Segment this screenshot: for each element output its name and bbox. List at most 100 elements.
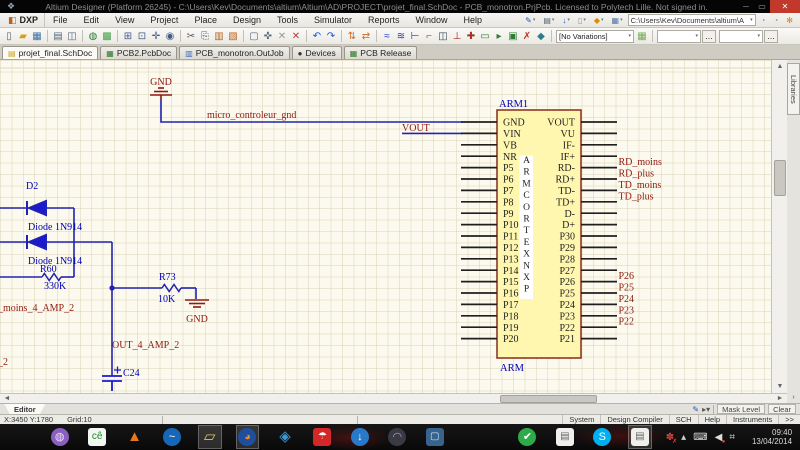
pin-name-NR[interactable]: NR [503, 152, 517, 163]
net-label-vout[interactable]: VOUT [402, 123, 430, 134]
zoom-area-button[interactable]: ✛ [149, 29, 163, 43]
resistor-r73[interactable] [162, 285, 181, 292]
openoffice-app[interactable]: ~ [160, 425, 183, 449]
pin-name-P14[interactable]: P14 [503, 266, 519, 277]
print-button[interactable]: ▤ [51, 29, 65, 43]
workspace-menu-button[interactable]: ◔ [770, 15, 781, 26]
place-bus-entry-button[interactable]: ⊢ [408, 29, 422, 43]
menu-window[interactable]: Window [408, 13, 456, 28]
menu-simulator[interactable]: Simulator [306, 13, 360, 28]
pin-name-P23[interactable]: P23 [559, 311, 575, 322]
move-object-button[interactable]: ✜ [261, 29, 275, 43]
pin-name-P7[interactable]: P7 [503, 186, 514, 197]
zoom-fit-button[interactable]: ⊡ [135, 29, 149, 43]
zoom-window-button[interactable]: ⊞ [121, 29, 135, 43]
gnd-power-port-2[interactable] [185, 300, 209, 307]
cross-probe-button[interactable]: ⇅ [345, 29, 359, 43]
deselect-all-button[interactable]: ✕ [275, 29, 289, 43]
pin-name-P10[interactable]: P10 [503, 220, 519, 231]
tab-projet-final-schdoc[interactable]: ▤projet_final.SchDoc [2, 46, 98, 59]
home-menu-button[interactable]: ◔ [758, 15, 769, 26]
tray-alert-icon[interactable]: ✽✗ [666, 432, 674, 443]
grid-tool[interactable]: ▦▾ [609, 15, 626, 26]
new-document-button[interactable]: ▯ [2, 29, 16, 43]
paste-button[interactable]: ▥ [212, 29, 226, 43]
select-area-button[interactable]: ▢ [247, 29, 261, 43]
status-panel---[interactable]: >> [778, 415, 800, 425]
gnd-power-port-top[interactable] [150, 88, 172, 100]
mask-combo[interactable]: ▾ [719, 30, 763, 43]
status-panel-system[interactable]: System [562, 415, 600, 425]
redo-button[interactable]: ↷ [324, 29, 338, 43]
pin-name-P19[interactable]: P19 [503, 323, 519, 334]
pin-name-TD+[interactable]: TD+ [556, 197, 575, 208]
pin-name-D+[interactable]: D+ [562, 220, 575, 231]
pin-name-P28[interactable]: P28 [559, 254, 575, 265]
media-player-app[interactable]: ◍ [48, 425, 71, 449]
firefox-app[interactable]: ◕ [236, 425, 260, 449]
pin-name-TD-[interactable]: TD- [558, 186, 575, 197]
avira-app[interactable]: ☂ [311, 425, 334, 449]
dxp-menu-button[interactable]: ◧ DXP [0, 13, 45, 27]
device-view-button[interactable]: ▩ [100, 29, 114, 43]
pin-name-GND[interactable]: GND [503, 118, 525, 129]
file-explorer-app[interactable]: ▱ [198, 425, 222, 449]
status-panel-sch[interactable]: SCH [669, 415, 698, 425]
arm-component[interactable]: GNDVINVBNRP5P6P7P8P9P10P11P12P13P14P15P1… [461, 99, 617, 374]
tray-volume-icon[interactable]: ◀● [715, 432, 723, 443]
pin-name-VIN[interactable]: VIN [503, 129, 521, 140]
import-tool[interactable]: ↓▾ [559, 15, 573, 26]
pin-name-VOUT[interactable]: VOUT [547, 118, 575, 129]
net-label-P22[interactable]: P22 [619, 317, 635, 328]
maximize-button[interactable]: ▭ [754, 2, 770, 11]
net-label-out-4-amp-2[interactable]: OUT_4_AMP_2 [112, 340, 179, 351]
pin-name-VB[interactable]: VB [503, 140, 517, 151]
save-document-button[interactable]: ▦ [30, 29, 44, 43]
menu-reports[interactable]: Reports [360, 13, 408, 28]
place-bus-button[interactable]: ≋ [394, 29, 408, 43]
menu-design[interactable]: Design [225, 13, 269, 28]
pin-name-P13[interactable]: P13 [503, 254, 519, 265]
status-panel-design-compiler[interactable]: Design Compiler [600, 415, 668, 425]
net-label-P23[interactable]: P23 [619, 305, 635, 316]
pin-name-P22[interactable]: P22 [559, 323, 575, 334]
scroll-down-icon[interactable]: ▼ [772, 380, 788, 393]
comment-diode1[interactable]: Diode 1N914 [28, 222, 82, 233]
find-combo[interactable]: ▾ [657, 30, 701, 43]
tray-expand-icon[interactable]: ▴ [681, 432, 686, 443]
net-label-moins-4-amp-2[interactable]: _moins_4_AMP_2 [0, 303, 74, 314]
place-junction-button[interactable]: ✚ [464, 29, 478, 43]
diode-d2[interactable] [27, 201, 46, 215]
minimize-button[interactable]: ─ [738, 2, 754, 11]
downloader-app[interactable]: ↓ [348, 425, 371, 449]
menu-help[interactable]: Help [456, 13, 491, 28]
status-panel-help[interactable]: Help [698, 415, 726, 425]
net-label-TD_moins[interactable]: TD_moins [619, 180, 662, 191]
print-tool[interactable]: ▤▾ [540, 15, 557, 26]
copy-button[interactable]: ⎘ [198, 29, 212, 43]
pin-name-RD-[interactable]: RD- [558, 163, 575, 174]
schematic-canvas[interactable]: GNDVINVBNRP5P6P7P8P9P10P11P12P13P14P15P1… [0, 60, 771, 393]
component-comment[interactable]: ARM [500, 363, 525, 374]
pin-name-P18[interactable]: P18 [503, 311, 519, 322]
pin-name-P24[interactable]: P24 [559, 300, 575, 311]
skype-app[interactable]: S [591, 425, 614, 449]
tab-pcb-release[interactable]: ▦PCB Release [344, 46, 418, 59]
pin-name-P16[interactable]: P16 [503, 289, 519, 300]
annotate-pencil-icon[interactable]: ✎ [692, 405, 699, 414]
net-label-RD_moins[interactable]: RD_moins [619, 157, 662, 168]
vertical-scrollbar[interactable]: ▲ ▼ [771, 60, 787, 393]
pin-name-P21[interactable]: P21 [559, 334, 575, 345]
tab-pcb-monotron-outjob[interactable]: ▥PCB_monotron.OutJob [179, 46, 289, 59]
gem-tool[interactable]: ◆▾ [591, 15, 607, 26]
menu-tools[interactable]: Tools [269, 13, 306, 28]
pin-name-RD+[interactable]: RD+ [555, 175, 575, 186]
remote-desktop-app[interactable]: ▢ [423, 425, 446, 449]
menu-file[interactable]: File [45, 13, 76, 28]
altium-flower-button[interactable]: ✻ [783, 15, 796, 26]
net-label-P25[interactable]: P25 [619, 283, 635, 294]
capsule-tool[interactable]: ▯▾ [575, 15, 589, 26]
printer-tool-app-2[interactable]: ▤ [628, 425, 652, 449]
sphere-app[interactable]: ◠ [386, 425, 409, 449]
component-designator[interactable]: ARM1 [499, 99, 528, 110]
